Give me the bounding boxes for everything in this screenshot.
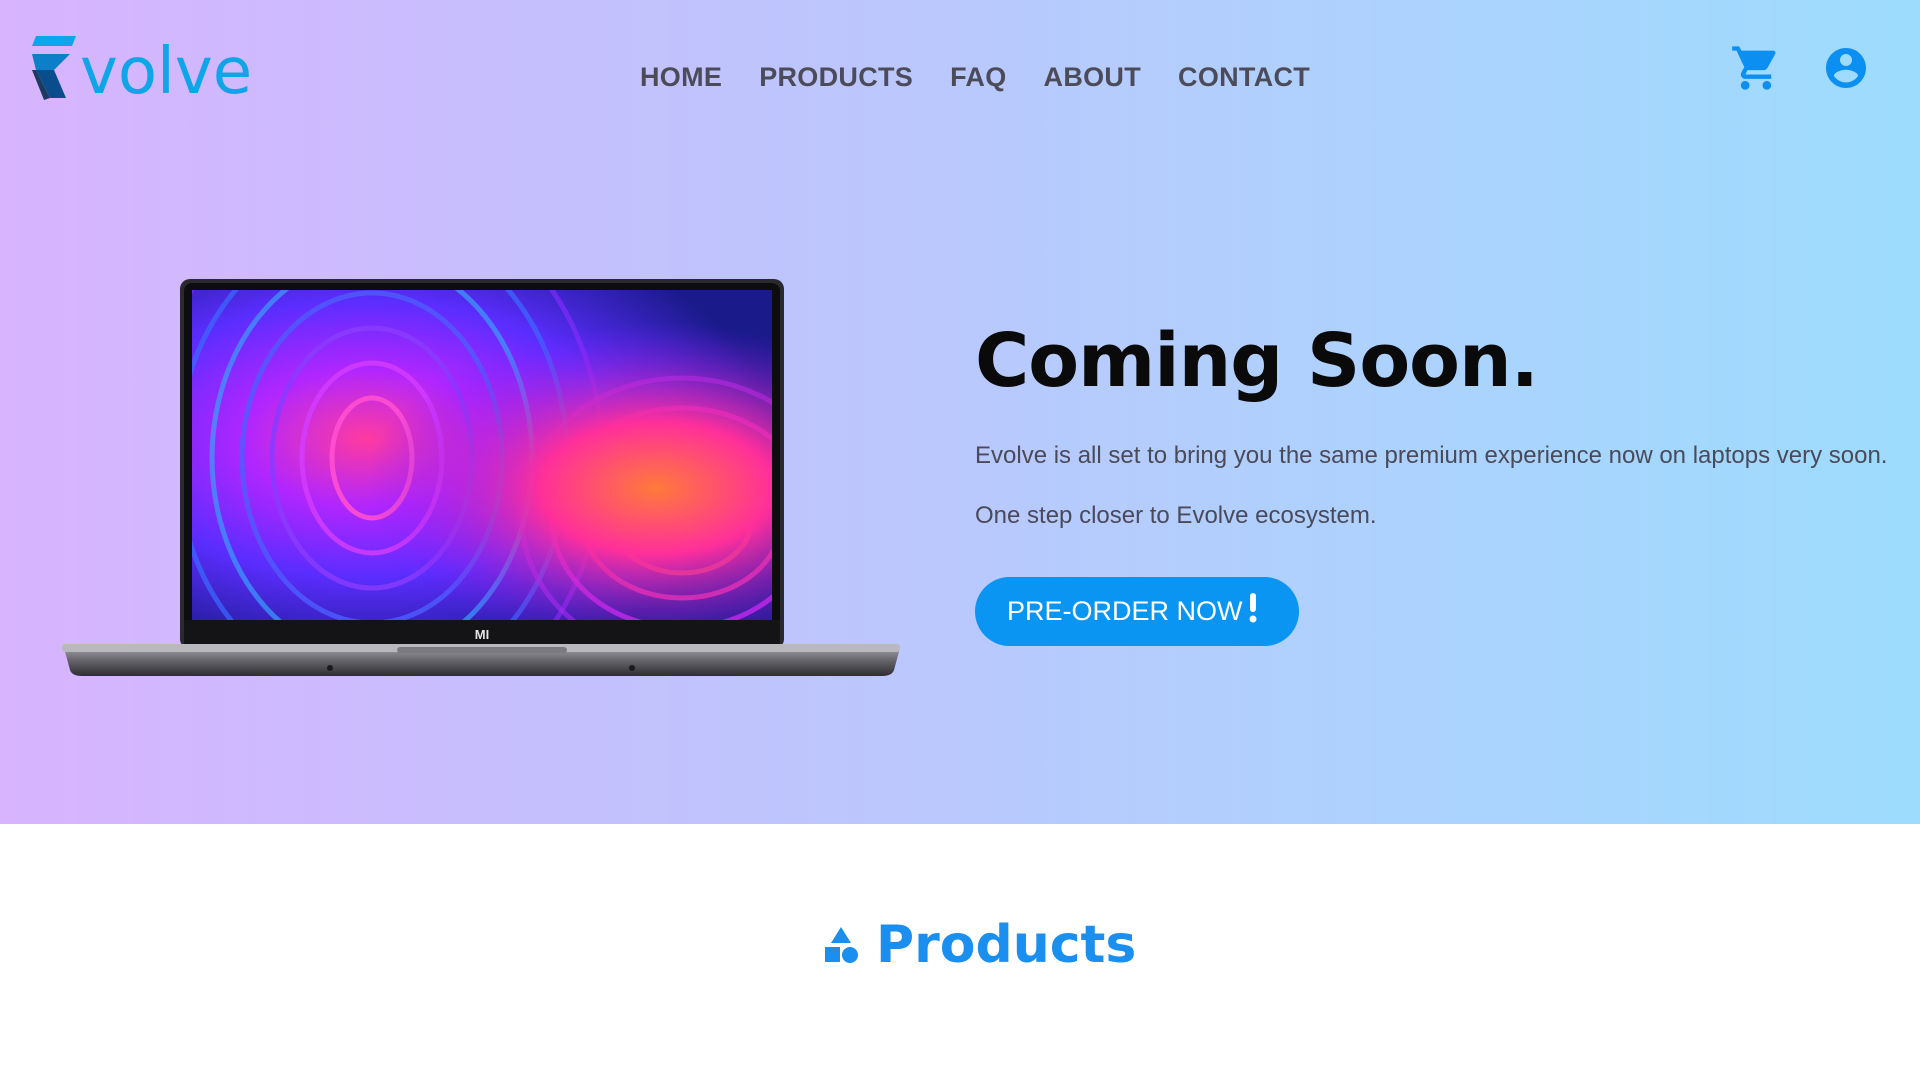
products-title: Products bbox=[876, 915, 1137, 975]
products-heading: Products bbox=[822, 915, 1136, 975]
cart-icon[interactable] bbox=[1730, 42, 1782, 94]
hero-section: volve HOME PRODUCTS FAQ ABOUT CONTACT MI… bbox=[0, 0, 1920, 824]
nav-about[interactable]: ABOUT bbox=[1044, 62, 1142, 93]
nav-contact[interactable]: CONTACT bbox=[1178, 62, 1310, 93]
laptop-brand-label: MI bbox=[475, 627, 489, 642]
laptop-image: MI bbox=[62, 279, 900, 676]
account-icon[interactable] bbox=[1822, 44, 1870, 92]
preorder-button-label: PRE-ORDER NOW bbox=[1007, 596, 1243, 626]
exclamation-icon bbox=[1249, 593, 1257, 623]
nav-products[interactable]: PRODUCTS bbox=[759, 62, 913, 93]
main-nav: HOME PRODUCTS FAQ ABOUT CONTACT bbox=[640, 62, 1347, 93]
logo-mark-icon bbox=[32, 36, 76, 100]
nav-home[interactable]: HOME bbox=[640, 62, 722, 93]
shapes-icon bbox=[825, 927, 858, 963]
preorder-button[interactable]: PRE-ORDER NOW bbox=[975, 577, 1299, 646]
brand-logo[interactable]: volve bbox=[30, 30, 252, 106]
hero-subtitle: One step closer to Evolve ecosystem. bbox=[975, 502, 1377, 529]
hero-title: Coming Soon. bbox=[975, 318, 1539, 404]
brand-name: volve bbox=[80, 35, 253, 109]
hero-description: Evolve is all set to bring you the same … bbox=[975, 442, 1888, 469]
nav-faq[interactable]: FAQ bbox=[950, 62, 1006, 93]
